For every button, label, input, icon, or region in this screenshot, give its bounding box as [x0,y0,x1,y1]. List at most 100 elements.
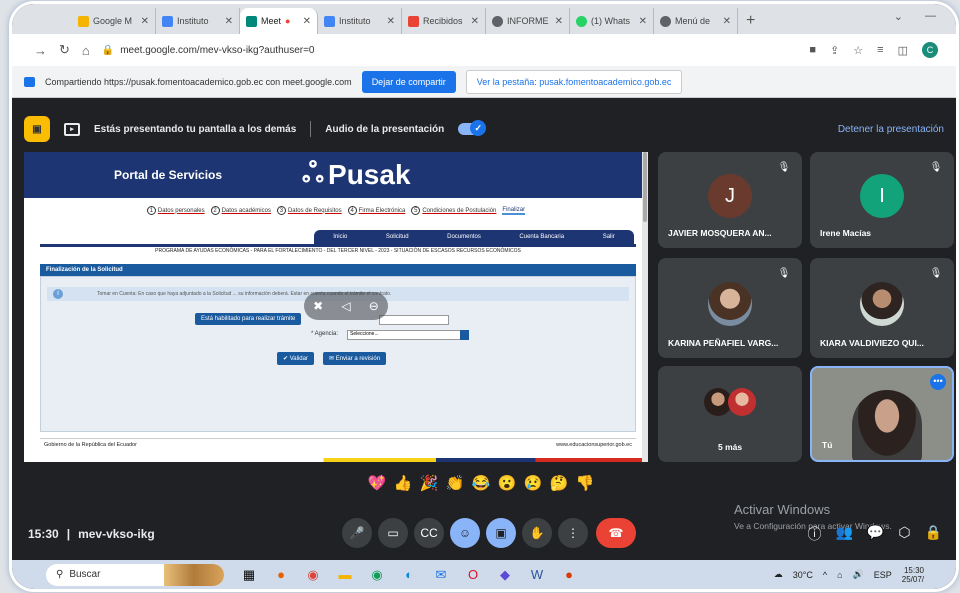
step-item[interactable]: 3 Datos de Requisitos [276,206,342,215]
side-panel-icon[interactable]: ◫ [898,44,908,57]
browser-tab[interactable]: Instituto ✕ [156,8,240,34]
url-field[interactable]: 🔒 meet.google.com/mev-vkso-ikg?authuser=… [102,39,798,61]
raise-hand-button[interactable]: ✋ [522,518,552,548]
share-icon[interactable]: ⇪ [830,44,839,57]
browser-tab[interactable]: Google M ✕ [72,8,156,34]
network-icon[interactable]: ⌂ [837,570,842,580]
close-tab-icon[interactable]: ✕ [225,16,233,27]
language-indicator[interactable]: ESP [874,570,892,580]
chrome-icon[interactable]: ◉ [302,567,324,583]
browser-tab[interactable]: Recibidos ✕ [402,8,486,34]
scrollbar[interactable] [642,152,648,462]
task-view-icon[interactable]: ▦ [238,567,260,583]
remove-icon[interactable]: ⊖ [369,299,379,313]
stop-presentation-link[interactable]: Detener la presentación [838,124,944,135]
chat-icon[interactable]: 💬 [867,524,884,544]
file-explorer-icon[interactable]: ▬ [334,567,356,583]
participant-tile[interactable]: 🎙 KIARA VALDIVIEZO QUI... [810,258,954,358]
firefox-icon[interactable]: ● [270,567,292,583]
edge-icon[interactable]: ◐ [398,567,420,583]
browser-tab-active[interactable]: Meet ● ✕ [240,8,318,34]
people-icon[interactable]: 👥 [835,524,852,544]
more-options-button[interactable]: ⋮ [558,518,588,548]
reaction-party[interactable]: 🎉 [418,474,440,500]
document-input[interactable] [379,315,449,325]
activities-icon[interactable]: ⬡ [898,524,910,544]
present-button[interactable]: ▣ [486,518,516,548]
camera-button[interactable]: ▭ [378,518,408,548]
reaction-clap[interactable]: 👏 [444,474,466,500]
weather-icon[interactable]: ☁ [774,569,783,580]
reload-icon[interactable]: ↻ [59,42,70,58]
info-icon[interactable]: ⓘ [807,524,821,544]
home-icon[interactable]: ⌂ [82,43,90,58]
more-options-icon[interactable]: ••• [930,374,946,390]
chevron-up-icon[interactable]: ^ [823,570,827,580]
reaction-surprised[interactable]: 😮 [496,474,518,500]
camera-icon[interactable]: ■ [809,44,816,56]
bookmark-star-icon[interactable]: ☆ [853,44,863,57]
close-tab-icon[interactable]: ✕ [639,16,647,27]
profile-avatar[interactable]: C [922,42,938,58]
chrome-icon[interactable]: ◉ [366,567,388,583]
app-icon[interactable]: ● [558,567,580,583]
reaction-laugh[interactable]: 😂 [470,474,492,500]
presentation-audio-toggle[interactable] [458,120,487,136]
nav-documentos[interactable]: Documentos [447,234,481,240]
agency-select[interactable]: Seleccione... [347,330,469,340]
unpin-icon[interactable]: ✖ [313,299,323,313]
reading-list-icon[interactable]: ≡ [877,44,883,56]
reaction-heart[interactable]: 💖 [366,474,388,500]
step-current[interactable]: Finalizar [502,206,526,215]
reaction-thumbs-down[interactable]: 👎 [574,474,596,500]
step-item[interactable]: 4 Firma Electrónica [347,206,405,215]
word-icon[interactable]: W [526,567,548,583]
minimize-icon[interactable]: — [925,10,936,23]
opera-icon[interactable]: O [462,567,484,583]
participant-tile[interactable]: 🎙 KARINA PEÑAFIEL VARG... [658,258,802,358]
reaction-thumbs-up[interactable]: 👍 [392,474,414,500]
self-view-tile[interactable]: ••• Tú [810,366,954,462]
browser-tab[interactable]: (1) Whats ✕ [570,8,654,34]
close-tab-icon[interactable]: ✕ [471,16,479,27]
mail-icon[interactable]: ✉ [430,567,452,583]
close-tab-icon[interactable]: ✕ [303,16,311,27]
close-tab-icon[interactable]: ✕ [555,16,563,27]
captions-button[interactable]: CC [414,518,444,548]
end-call-button[interactable]: ☎ [596,518,636,548]
nav-inicio[interactable]: Inicio [333,234,347,240]
send-review-button[interactable]: ✉ Enviar a revisión [323,352,387,365]
forward-icon[interactable]: → [34,43,47,58]
enabled-process-button[interactable]: Está habilitado para realizar trámite [195,313,302,325]
tab-search-icon[interactable]: ⌄ [894,10,903,23]
nav-cuenta-bancaria[interactable]: Cuenta Bancaria [519,234,564,240]
host-controls-icon[interactable]: 🔒 [925,524,942,544]
new-tab-button[interactable]: + [738,8,763,34]
more-participants-tile[interactable]: 5 más [658,366,802,462]
reaction-sad[interactable]: 😢 [522,474,544,500]
participant-tile[interactable]: J 🎙 JAVIER MOSQUERA AN... [658,152,802,248]
volume-icon[interactable]: 🔊 [853,569,864,580]
close-tab-icon[interactable]: ✕ [387,16,395,27]
app-icon[interactable]: ◆ [494,567,516,583]
participant-tile[interactable]: I 🎙 Irene Macías [810,152,954,248]
reaction-thinking[interactable]: 🤔 [548,474,570,500]
nav-salir[interactable]: Salir [603,234,615,240]
nav-solicitud[interactable]: Solicitud [386,234,409,240]
clock[interactable]: 15:30 25/07/ [902,566,924,584]
browser-tab[interactable]: Menú de ✕ [654,8,738,34]
emoji-button[interactable]: ☺ [450,518,480,548]
step-item[interactable]: 1 Datos personales [146,206,205,215]
stop-sharing-button[interactable]: Dejar de compartir [361,70,456,93]
step-item[interactable]: 2 Datos académicos [210,206,271,215]
browser-tab[interactable]: INFORME ✕ [486,8,570,34]
browser-tab[interactable]: Instituto ✕ [318,8,402,34]
step-item[interactable]: 5 Condiciones de Postulación [411,206,496,215]
validar-button[interactable]: ✔ Validar [277,352,314,365]
microphone-button[interactable]: 🎤 [342,518,372,548]
view-tab-button[interactable]: Ver la pestaña: pusak.fomentoacademico.g… [465,69,683,94]
mute-audio-icon[interactable]: ◁ [341,299,350,313]
close-tab-icon[interactable]: ✕ [723,16,731,27]
close-tab-icon[interactable]: ✕ [141,16,149,27]
taskbar-search[interactable]: ⚲ Buscar [46,563,224,586]
